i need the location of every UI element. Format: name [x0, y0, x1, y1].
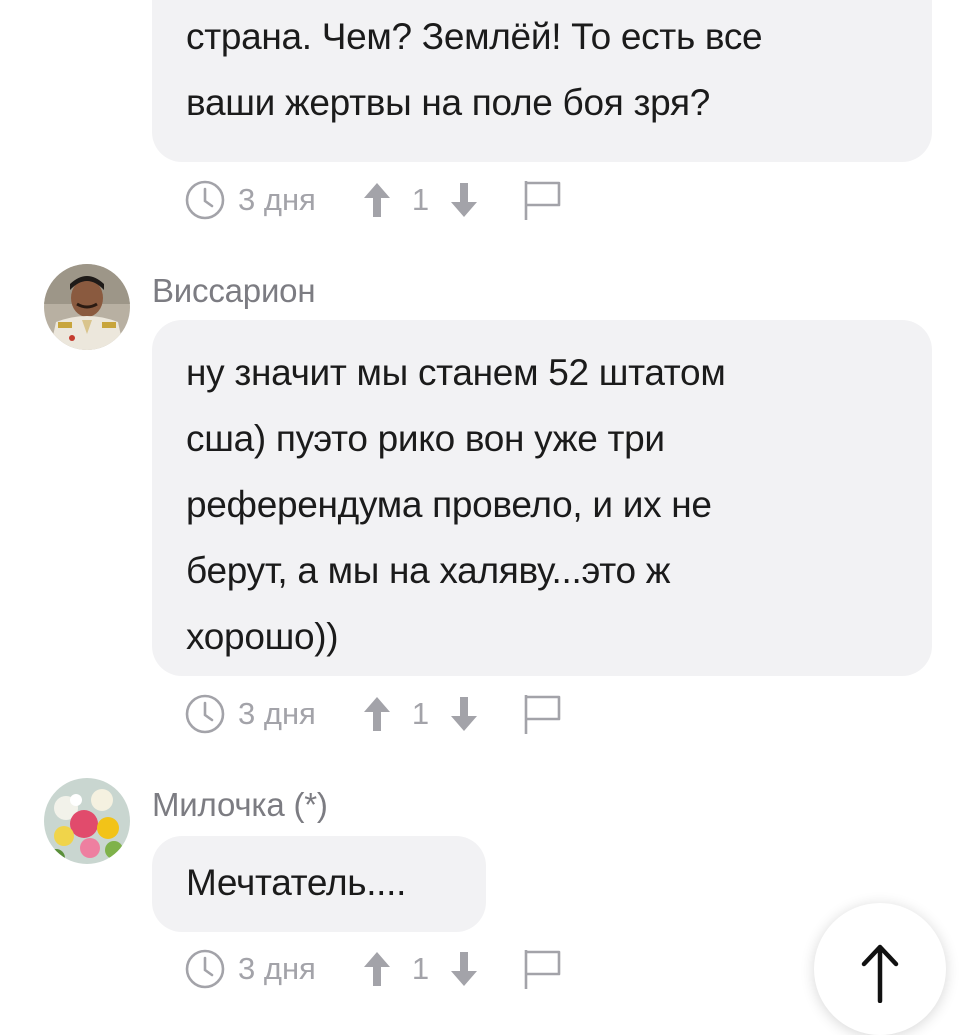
flag-icon [524, 695, 561, 734]
arrow-down-icon [451, 697, 478, 731]
clock-icon [184, 693, 226, 735]
upvote-button[interactable] [362, 950, 392, 988]
vote-count: 1 [411, 951, 430, 986]
scroll-to-top-button[interactable] [814, 903, 946, 1035]
downvote-button[interactable] [449, 695, 479, 733]
comment-author[interactable]: Виссарион [152, 272, 316, 310]
comment-text-line: ну значит мы станем 52 штатом [186, 352, 726, 393]
comment-text-line: берут, а мы на халяву...это ж [186, 550, 671, 591]
avatar[interactable] [44, 264, 130, 350]
clock-icon [184, 179, 226, 221]
comment-meta: 3 дня 1 [184, 692, 563, 736]
comment-text-line: хорошо)) [186, 616, 339, 657]
comment-meta: 3 дня 1 [184, 947, 563, 991]
arrow-up-icon [363, 697, 390, 731]
comment-time: 3 дня [238, 696, 316, 731]
vote-count: 1 [411, 696, 430, 731]
flag-icon [524, 950, 561, 989]
arrow-up-icon [861, 944, 899, 1003]
comment-text-line: ваши жертвы на поле боя зря? [186, 82, 710, 123]
report-button[interactable] [523, 948, 563, 990]
arrow-up-icon [363, 952, 390, 986]
vote-count: 1 [411, 182, 430, 217]
downvote-button[interactable] [449, 181, 479, 219]
comment-text-line: Мечтатель.... [186, 862, 407, 903]
comment-bubble: ну значит мы станем 52 штатом сша) пуэто… [152, 320, 932, 676]
comment-meta: 3 дня 1 [184, 178, 563, 222]
comment-time: 3 дня [238, 951, 316, 986]
comment-bubble: страна. Чем? Землёй! То есть все ваши же… [152, 0, 932, 162]
clock-icon [184, 948, 226, 990]
comment-time: 3 дня [238, 182, 316, 217]
comment-bubble: Мечтатель.... [152, 836, 486, 932]
avatar[interactable] [44, 778, 130, 864]
comment-text-line: сша) пуэто рико вон уже три [186, 418, 665, 459]
arrow-down-icon [451, 183, 478, 217]
flag-icon [524, 181, 561, 220]
report-button[interactable] [523, 693, 563, 735]
comment-text-line: страна. Чем? Землёй! То есть все [186, 16, 763, 57]
report-button[interactable] [523, 179, 563, 221]
upvote-button[interactable] [362, 695, 392, 733]
downvote-button[interactable] [449, 950, 479, 988]
comment-text-line: референдума провело, и их не [186, 484, 712, 525]
arrow-down-icon [451, 952, 478, 986]
comment-author[interactable]: Милочка (*) [152, 786, 328, 824]
arrow-up-icon [363, 183, 390, 217]
upvote-button[interactable] [362, 181, 392, 219]
